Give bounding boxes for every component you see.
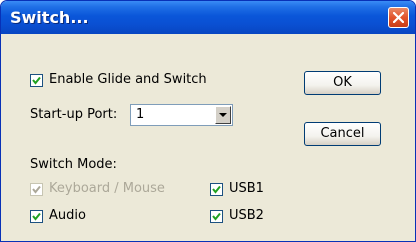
cancel-button[interactable]: Cancel — [304, 122, 381, 146]
dropdown-arrow-icon[interactable] — [215, 106, 231, 124]
checkmark-icon — [32, 185, 41, 194]
audio-checkbox[interactable] — [30, 210, 43, 223]
usb2-label: USB2 — [229, 208, 264, 223]
startup-port-label: Start-up Port: — [30, 107, 118, 122]
audio-label: Audio — [49, 208, 86, 223]
checkmark-icon — [32, 212, 41, 221]
checkmark-icon — [212, 212, 221, 221]
enable-glide-label: Enable Glide and Switch — [49, 72, 207, 87]
dialog-body: Enable Glide and Switch Start-up Port: 1… — [5, 34, 411, 241]
close-button[interactable] — [388, 7, 409, 28]
switch-dialog: Switch... Enable Glide and Switch Start-… — [0, 0, 416, 242]
checkmark-icon — [32, 76, 41, 85]
usb1-label: USB1 — [229, 181, 264, 196]
enable-glide-checkbox[interactable] — [30, 74, 43, 87]
dialog-title: Switch... — [10, 8, 89, 27]
checkmark-icon — [212, 185, 221, 194]
usb2-checkbox[interactable] — [210, 210, 223, 223]
keyboard-mouse-checkbox[interactable] — [30, 183, 43, 196]
startup-port-select[interactable]: 1 — [130, 104, 233, 126]
switch-mode-heading: Switch Mode: — [30, 157, 117, 172]
title-bar[interactable]: Switch... — [1, 1, 415, 34]
close-icon — [393, 12, 404, 23]
keyboard-mouse-label: Keyboard / Mouse — [49, 181, 165, 196]
ok-button[interactable]: OK — [304, 71, 381, 95]
startup-port-value: 1 — [136, 107, 145, 122]
usb1-checkbox[interactable] — [210, 183, 223, 196]
